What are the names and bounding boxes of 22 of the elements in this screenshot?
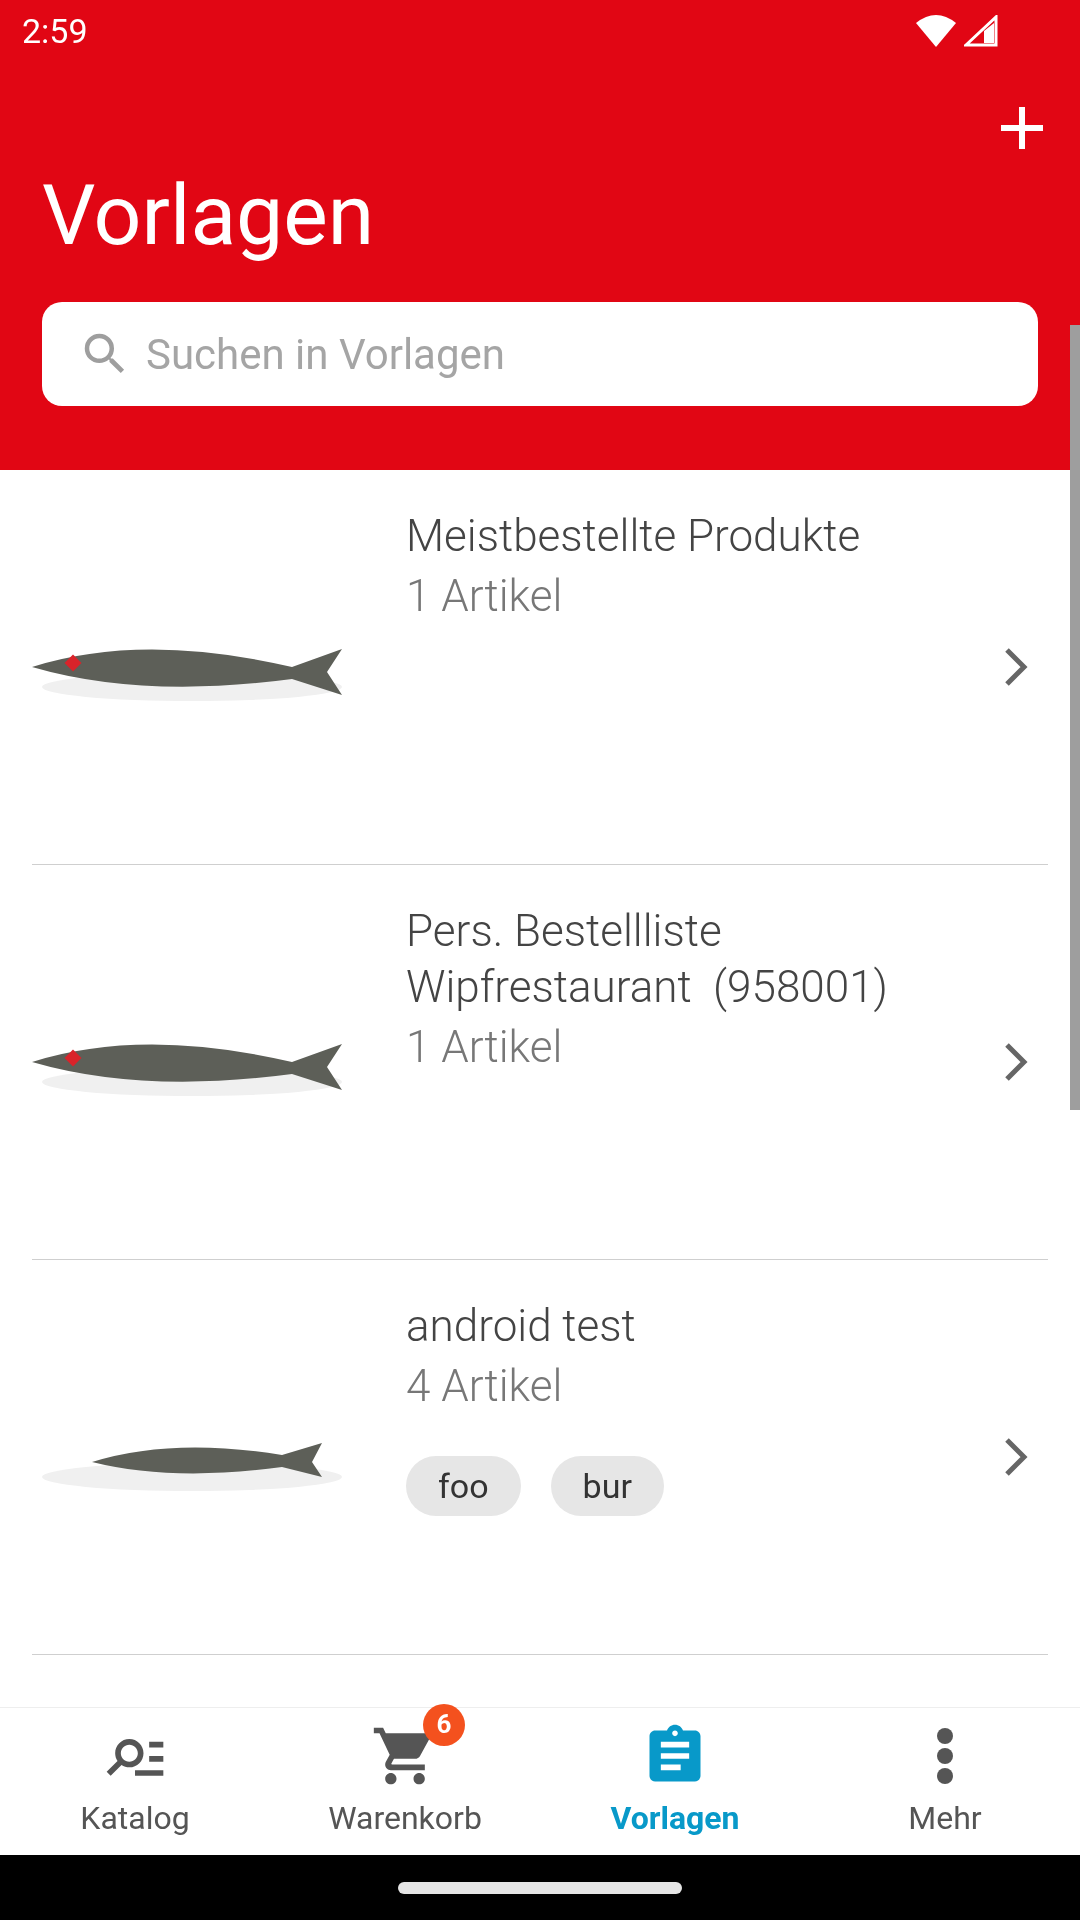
- cart-badge: 6: [423, 1703, 465, 1746]
- template-title: Meistbestellte Produkte: [406, 509, 862, 564]
- search-field[interactable]: Suchen in Vorlagen: [42, 302, 1038, 406]
- chevron-right-icon: [1004, 647, 1028, 687]
- status-time: 2:59: [22, 9, 88, 53]
- template-title: Pers. Bestellliste Wipfrestaurant (958001): [406, 904, 889, 1015]
- tag-chip: foo: [406, 1456, 521, 1516]
- template-title: android test: [406, 1299, 637, 1354]
- template-row[interactable]: Meistbestellte Produkte 1 Artikel: [32, 470, 1048, 865]
- article-count: 4 Artikel: [406, 1359, 564, 1414]
- chevron-right-icon: [1004, 1437, 1028, 1477]
- chevron-right-icon: [1004, 1042, 1028, 1082]
- nav-tab[interactable]: Mehr: [810, 1708, 1080, 1855]
- nav-tab[interactable]: Katalog: [0, 1708, 270, 1855]
- tag-chip: bur: [550, 1456, 664, 1516]
- article-count: 1 Artikel: [406, 1020, 564, 1075]
- article-count: 1 Artikel: [406, 569, 564, 624]
- signal-icon: [964, 15, 998, 47]
- more-icon: [936, 1726, 954, 1785]
- template-row[interactable]: android test 4 Artikel foo bur: [32, 1260, 1048, 1655]
- template-row[interactable]: Pers. Bestellliste Wipfrestaurant (958001) 1 Artikel: [32, 865, 1048, 1260]
- wifi-icon: [916, 15, 956, 47]
